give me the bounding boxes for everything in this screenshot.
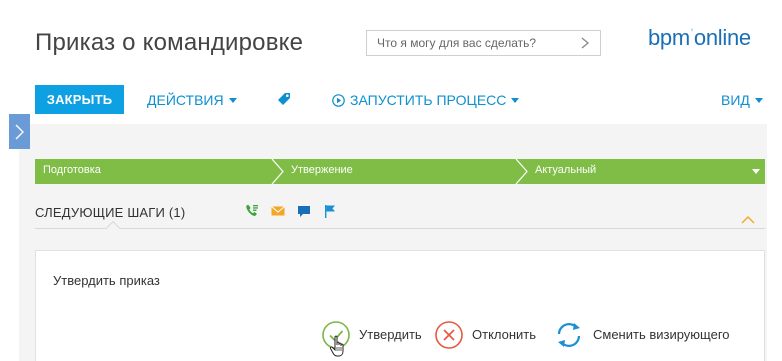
search-placeholder: Что я могу для вас сделать?: [377, 36, 537, 50]
caret-down-icon: [754, 97, 763, 103]
flag-icon[interactable]: [322, 203, 338, 219]
phone-icon[interactable]: [244, 203, 260, 219]
close-button[interactable]: ЗАКРЫТЬ: [35, 85, 124, 114]
search-input[interactable]: Что я могу для вас сделать?: [366, 30, 601, 56]
change-approver-button[interactable]: Сменить визирующего: [554, 320, 754, 350]
caret-down-icon: [511, 97, 520, 103]
refresh-icon: [557, 323, 581, 347]
page-header: Приказ о командировке Что я могу для вас…: [19, 10, 767, 124]
stage-podgotovka[interactable]: Подготовка: [43, 164, 101, 176]
reject-button[interactable]: Отклонить: [434, 320, 550, 350]
view-menu-button[interactable]: ВИД: [721, 92, 763, 108]
stage-utverzhenie[interactable]: Утвержение: [291, 164, 353, 176]
tag-icon[interactable]: [276, 91, 292, 107]
chat-icon[interactable]: [296, 203, 312, 219]
task-card: Утвердить приказ Утвердить Отклонить Сме…: [35, 250, 765, 361]
chevron-right-icon[interactable]: [580, 37, 590, 49]
task-title: Утвердить приказ: [53, 273, 160, 288]
toolbar: ЗАКРЫТЬ ДЕЙСТВИЯ ЗАПУСТИТЬ ПРОЦЕСС ВИД: [35, 85, 767, 115]
stage-separator: [271, 159, 284, 184]
email-icon[interactable]: [270, 203, 286, 219]
hand-cursor-icon: [329, 335, 344, 357]
page-title: Приказ о командировке: [35, 29, 304, 56]
next-steps-tab[interactable]: СЛЕДУЮЩИЕ ШАГИ (1): [35, 205, 185, 220]
close-circle-icon: [435, 321, 463, 349]
bpmonline-logo: bpm'online: [648, 25, 751, 50]
caret-down-icon: [228, 97, 237, 103]
approve-label: Утвердить: [359, 327, 422, 342]
chevron-right-icon: [15, 124, 24, 140]
caret-down-icon[interactable]: [752, 169, 760, 174]
run-process-button[interactable]: ЗАПУСТИТЬ ПРОЦЕСС: [332, 92, 520, 108]
play-circle-icon: [332, 93, 345, 107]
stage-bar: Подготовка Утвержение Актуальный: [35, 159, 765, 184]
change-approver-label: Сменить визирующего: [593, 327, 730, 342]
stage-separator: [515, 159, 528, 184]
tab-underline: [35, 228, 765, 229]
actions-menu-button[interactable]: ДЕЙСТВИЯ: [147, 92, 237, 108]
reject-label: Отклонить: [472, 327, 537, 342]
chevron-up-icon[interactable]: [741, 215, 755, 224]
side-panel-toggle[interactable]: [9, 114, 30, 149]
actions-label: ДЕЙСТВИЯ: [147, 92, 224, 108]
run-process-label: ЗАПУСТИТЬ ПРОЦЕСС: [350, 92, 507, 108]
stage-aktualny[interactable]: Актуальный: [535, 164, 596, 176]
view-label: ВИД: [721, 92, 750, 108]
